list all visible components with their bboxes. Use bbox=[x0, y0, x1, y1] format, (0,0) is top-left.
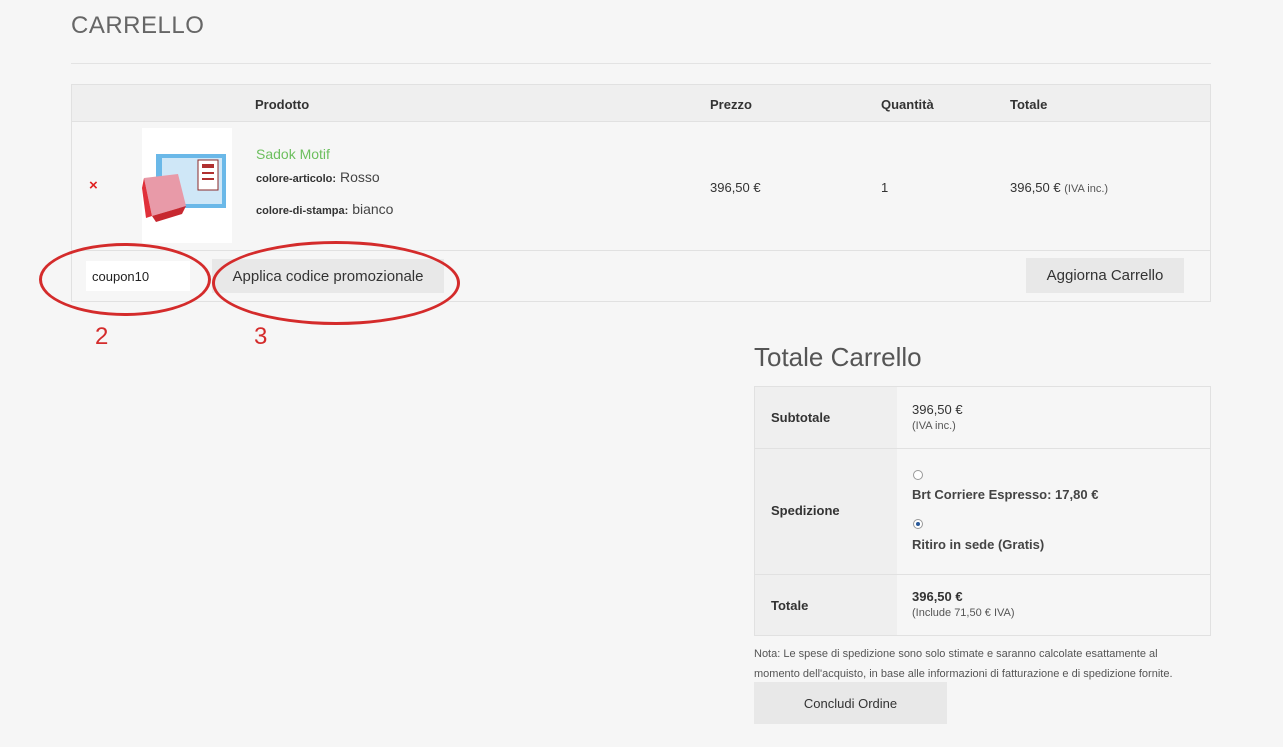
item-total-note: (IVA inc.) bbox=[1064, 183, 1109, 195]
header-price: Prezzo bbox=[710, 97, 752, 112]
cart-totals-table: Subtotale 396,50 € (IVA inc.) Spedizione… bbox=[754, 386, 1211, 636]
total-label: Totale bbox=[771, 598, 809, 613]
annotation-ellipse-apply bbox=[212, 241, 460, 325]
remove-item-icon[interactable]: × bbox=[89, 177, 98, 194]
item-price: 396,50 € bbox=[710, 180, 761, 195]
item-quantity[interactable]: 1 bbox=[881, 180, 888, 195]
shipping-option-radio[interactable] bbox=[913, 470, 923, 480]
subtotal-value: 396,50 € bbox=[912, 402, 963, 417]
shipping-option-label[interactable]: Ritiro in sede (Gratis) bbox=[912, 537, 1044, 552]
item-total: 396,50 € (IVA inc.) bbox=[1010, 180, 1108, 195]
product-attr-print-color: colore-di-stampa: bianco bbox=[256, 201, 393, 217]
product-thumbnail[interactable] bbox=[142, 128, 232, 243]
totals-divider bbox=[755, 574, 1210, 575]
subtotal-note: (IVA inc.) bbox=[912, 420, 956, 432]
shipping-note: Nota: Le spese di spedizione sono solo s… bbox=[754, 644, 1214, 684]
total-tax-note: (Include 71,50 € IVA) bbox=[912, 607, 1015, 619]
attr-print-color-value: bianco bbox=[352, 201, 394, 217]
annotation-number-3: 3 bbox=[254, 323, 268, 350]
annotation-number-2: 2 bbox=[95, 323, 109, 350]
product-attr-color: colore-articolo: Rosso bbox=[256, 169, 380, 185]
cart-totals-title: Totale Carrello bbox=[754, 342, 922, 372]
shipping-note-line2: momento dell'acquisto, in base alle info… bbox=[754, 668, 1173, 680]
page-title: CARRELLO bbox=[71, 12, 205, 39]
attr-print-color-label: colore-di-stampa: bbox=[256, 205, 349, 217]
header-total: Totale bbox=[1010, 97, 1048, 112]
product-name-link[interactable]: Sadok Motif bbox=[256, 146, 330, 162]
header-product: Prodotto bbox=[255, 97, 310, 112]
total-value: 396,50 € bbox=[912, 589, 963, 604]
cart-table-header: Prodotto Prezzo Quantità Totale bbox=[72, 85, 1210, 122]
subtotal-label: Subtotale bbox=[771, 410, 831, 425]
attr-color-label: colore-articolo: bbox=[256, 173, 337, 185]
annotation-ellipse-coupon bbox=[39, 243, 211, 316]
title-divider bbox=[71, 63, 1211, 64]
shipping-option-radio-selected[interactable] bbox=[913, 519, 923, 529]
shipping-note-line1: Nota: Le spese di spedizione sono solo s… bbox=[754, 648, 1158, 660]
totals-divider bbox=[755, 448, 1210, 449]
header-quantity: Quantità bbox=[881, 97, 934, 112]
item-total-value: 396,50 € bbox=[1010, 180, 1061, 195]
shipping-option-label[interactable]: Brt Corriere Espresso: 17,80 € bbox=[912, 487, 1098, 502]
update-cart-button[interactable]: Aggiorna Carrello bbox=[1026, 258, 1184, 293]
product-image bbox=[142, 128, 232, 243]
attr-color-value: Rosso bbox=[339, 169, 380, 185]
shipping-label: Spedizione bbox=[771, 503, 840, 518]
row-divider bbox=[72, 250, 1210, 251]
checkout-button[interactable]: Concludi Ordine bbox=[754, 682, 947, 724]
